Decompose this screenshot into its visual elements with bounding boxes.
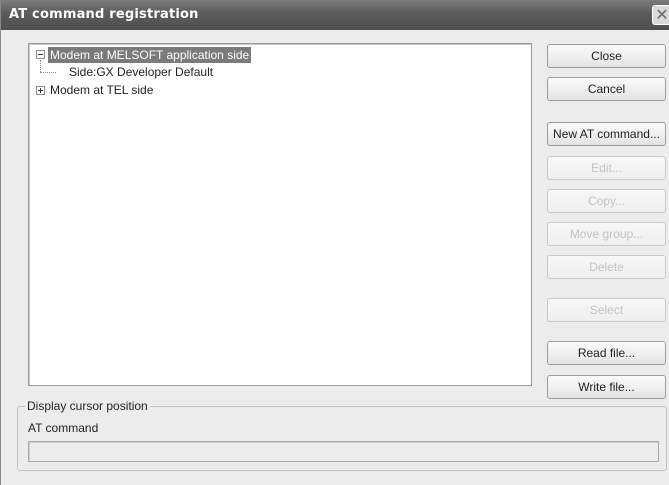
select-button[interactable]: Select <box>547 298 666 322</box>
close-button[interactable]: Close <box>547 44 666 68</box>
plus-expander-icon[interactable] <box>36 86 45 95</box>
at-command-registration-dialog: AT command registration ✕ Modem at MELSO… <box>0 0 669 485</box>
write-file-button[interactable]: Write file... <box>547 375 666 399</box>
copy-button[interactable]: Copy... <box>547 189 666 213</box>
modem-tree-view[interactable]: Modem at MELSOFT application side Side:G… <box>28 43 532 386</box>
read-file-button[interactable]: Read file... <box>547 341 666 365</box>
delete-button[interactable]: Delete <box>547 255 666 279</box>
window-title: AT command registration <box>9 7 199 22</box>
tree-node-label: Modem at TEL side <box>50 83 154 97</box>
new-at-command-button[interactable]: New AT command... <box>547 122 666 146</box>
at-command-label: AT command <box>28 421 99 435</box>
tree-connector-vertical <box>40 60 41 72</box>
edit-button[interactable]: Edit... <box>547 156 666 180</box>
tree-node-label: Side:GX Developer Default <box>69 65 214 79</box>
at-command-display-field <box>28 441 659 462</box>
tree-connector-horizontal <box>40 72 56 73</box>
tree-node-label: Modem at MELSOFT application side <box>48 47 252 63</box>
move-group-button[interactable]: Move group... <box>547 222 666 246</box>
cancel-button[interactable]: Cancel <box>547 77 666 101</box>
close-window-icon[interactable]: ✕ <box>652 5 669 25</box>
display-cursor-group-title: Display cursor position <box>25 399 150 413</box>
title-bar[interactable]: AT command registration ✕ <box>1 0 669 30</box>
minus-expander-icon[interactable] <box>36 50 45 59</box>
